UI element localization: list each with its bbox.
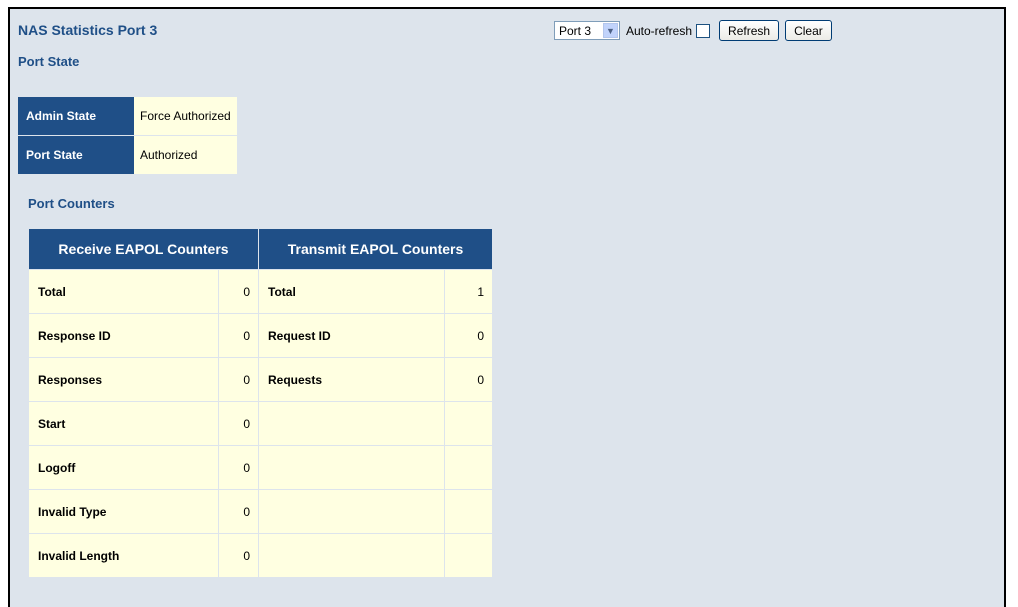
table-row: Responses 0 Requests 0 (28, 357, 493, 402)
counters-header-row: Receive EAPOL Counters Transmit EAPOL Co… (28, 228, 493, 270)
table-row: Response ID 0 Request ID 0 (28, 313, 493, 358)
refresh-button[interactable]: Refresh (719, 20, 780, 41)
port-state-table: Admin State Force Authorized Port State … (18, 97, 237, 175)
admin-state-value: Force Authorized (134, 97, 237, 136)
tx-value-cell (444, 401, 493, 446)
rx-name-cell: Logoff (28, 445, 219, 490)
page-title: NAS Statistics Port 3 (18, 22, 158, 38)
tx-name-cell (258, 445, 445, 490)
rx-name-cell: Response ID (28, 313, 219, 358)
tx-name-cell: Request ID (258, 313, 445, 358)
tx-value-cell (444, 489, 493, 534)
table-row: Logoff 0 (28, 445, 493, 490)
tx-value-cell (444, 533, 493, 578)
tx-value-cell: 1 (444, 269, 493, 314)
tx-value-cell (444, 445, 493, 490)
port-state-label: Port State (18, 135, 134, 175)
rx-value-cell: 0 (218, 445, 259, 490)
tx-value-cell: 0 (444, 357, 493, 402)
admin-state-label: Admin State (18, 97, 134, 136)
port-state-value: Authorized (134, 135, 237, 175)
table-row: Invalid Length 0 (28, 533, 493, 578)
tx-name-cell: Requests (258, 357, 445, 402)
auto-refresh-checkbox[interactable] (696, 23, 711, 38)
table-row: Start 0 (28, 401, 493, 446)
counters-table: Receive EAPOL Counters Transmit EAPOL Co… (28, 228, 493, 578)
rx-value-cell: 0 (218, 269, 259, 314)
port-state-heading: Port State (18, 54, 80, 69)
rx-value-cell: 0 (218, 401, 259, 446)
chevron-down-icon[interactable]: ▼ (603, 23, 618, 38)
auto-refresh-label: Auto-refresh (626, 23, 693, 38)
rx-value-cell: 0 (218, 533, 259, 578)
tx-name-cell (258, 533, 445, 578)
receive-header: Receive EAPOL Counters (28, 228, 259, 270)
table-row: Invalid Type 0 (28, 489, 493, 534)
counter-rows: Total 0 Total 1 Response ID 0 Request ID 0 Respo… (28, 269, 493, 578)
rx-name-cell: Total (28, 269, 219, 314)
tx-name-cell: Total (258, 269, 445, 314)
port-select-value: Port 3 (559, 23, 592, 38)
transmit-header: Transmit EAPOL Counters (258, 228, 493, 270)
tx-value-cell: 0 (444, 313, 493, 358)
port-counters-heading: Port Counters (28, 196, 115, 211)
admin-state-row: Admin State Force Authorized (18, 97, 237, 136)
rx-name-cell: Start (28, 401, 219, 446)
rx-name-cell: Invalid Type (28, 489, 219, 534)
rx-name-cell: Invalid Length (28, 533, 219, 578)
toolbar: Port 3 ▼ Auto-refresh Refresh Clear (554, 20, 832, 41)
rx-name-cell: Responses (28, 357, 219, 402)
tx-name-cell (258, 489, 445, 534)
port-state-row: Port State Authorized (18, 135, 237, 175)
rx-value-cell: 0 (218, 357, 259, 402)
port-select[interactable]: Port 3 ▼ (554, 21, 620, 40)
rx-value-cell: 0 (218, 489, 259, 534)
table-row: Total 0 Total 1 (28, 269, 493, 314)
clear-button[interactable]: Clear (785, 20, 832, 41)
rx-value-cell: 0 (218, 313, 259, 358)
tx-name-cell (258, 401, 445, 446)
